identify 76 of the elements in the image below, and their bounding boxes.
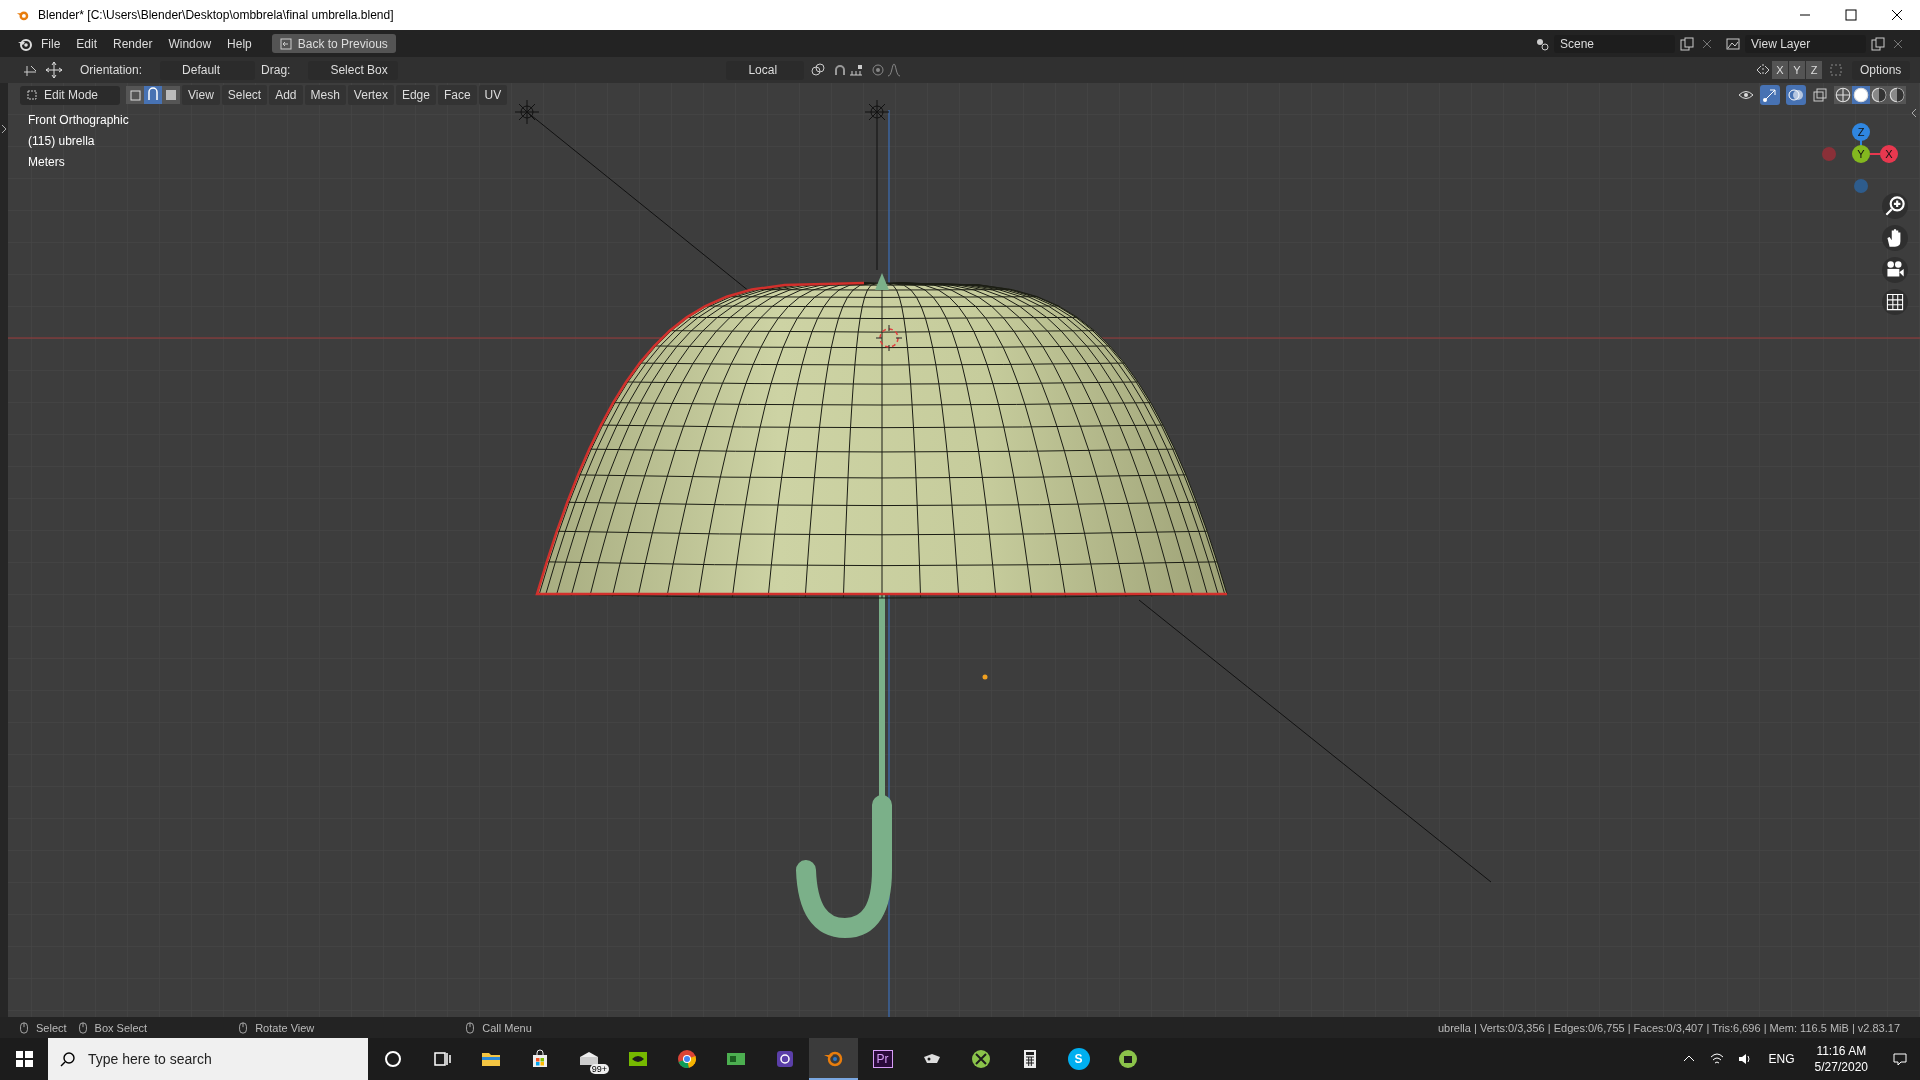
clock-time[interactable]: 11:16 AM <box>1816 1044 1867 1058</box>
status-hint: Box Select <box>94 1021 148 1034</box>
shading-mode-icon[interactable] <box>1852 86 1870 104</box>
scene-field[interactable]: Scene <box>1554 34 1675 53</box>
language-indicator[interactable]: ENG <box>1768 1052 1795 1066</box>
axis-line <box>1869 153 1881 155</box>
menu-item[interactable]: Help <box>219 36 260 51</box>
viewport-menu-item[interactable]: Face <box>437 85 477 105</box>
origin-dot <box>982 674 988 680</box>
viewport-info-text: Meters <box>28 155 66 169</box>
back-to-previous-button[interactable]: Back to Previous <box>271 34 396 53</box>
axis-toggle[interactable]: X <box>1772 61 1788 79</box>
axis-toggle[interactable]: Y <box>1789 61 1805 79</box>
window-title: Blender* [C:\Users\Blender\Desktop\ombbrela\final umbrella.blend] <box>38 8 394 22</box>
viewport-menu-item[interactable]: Edge <box>395 85 436 105</box>
proportional-icon[interactable] <box>870 62 887 78</box>
mouse-icon <box>237 1021 250 1034</box>
drag-dropdown[interactable]: Select Box <box>308 60 399 80</box>
status-hint: Call Menu <box>482 1021 532 1034</box>
viewport-menu-item[interactable]: Mesh <box>304 85 346 105</box>
notifications-icon[interactable] <box>1892 1051 1908 1067</box>
viewport-info-text: Front Orthographic <box>28 113 130 127</box>
speaker-icon[interactable] <box>1736 1051 1753 1067</box>
viewport-menu-item[interactable]: UV <box>478 85 508 105</box>
close-icon[interactable] <box>1701 37 1713 50</box>
status-hint: Select <box>36 1021 67 1034</box>
chevron-right-icon[interactable] <box>0 123 8 135</box>
select-mode-icon[interactable] <box>144 86 162 104</box>
orientation-dropdown[interactable]: Default <box>160 60 256 80</box>
search-field[interactable]: Type here to search <box>48 1038 368 1080</box>
viewport-menu-item[interactable]: View <box>182 85 220 105</box>
orientation-label: Orientation: <box>80 63 143 77</box>
mouse-icon <box>18 1021 30 1034</box>
falloff-icon[interactable] <box>886 62 903 78</box>
edit-mode-icon <box>26 89 38 101</box>
cursor-icon <box>875 324 903 352</box>
copy-icon[interactable] <box>1679 35 1695 52</box>
scene-statistics: ubrella | Verts:0/3,356 | Edges:0/6,755 | Faces:0/3,407 | Tris:6,696 | Mem: 116.5 MiB | v2.83.17 <box>1437 1021 1900 1034</box>
options-dropdown[interactable]: Options <box>1852 60 1910 80</box>
shading-mode-icon[interactable] <box>1870 86 1888 104</box>
search-icon <box>60 1051 76 1067</box>
menu-item[interactable]: Render <box>105 36 161 51</box>
chevron-left-icon[interactable] <box>1910 107 1918 119</box>
shading-mode-icon[interactable] <box>1834 86 1852 104</box>
taskbar-app-button[interactable]: Pr <box>858 1038 907 1080</box>
menu-item[interactable]: File <box>33 36 69 51</box>
mouse-icon <box>76 1021 89 1034</box>
gizmo-toggle-icon[interactable] <box>1760 85 1780 105</box>
drag-label: Drag: <box>261 63 291 77</box>
image-icon[interactable] <box>1725 35 1741 52</box>
shading-mode-icon[interactable] <box>1888 86 1906 104</box>
overlay-toggle-icon[interactable] <box>1786 85 1806 105</box>
viewport-menu-item[interactable]: Select <box>221 85 268 105</box>
viewport-info-text: (115) ubrella <box>28 134 96 148</box>
menu-item[interactable]: Window <box>160 36 220 51</box>
view-layer-field[interactable]: View Layer <box>1745 34 1866 53</box>
back-icon <box>279 37 292 50</box>
move-icon[interactable] <box>44 60 64 80</box>
viewport-menu-item[interactable]: Add <box>269 85 303 105</box>
lamp-drawing <box>514 99 540 125</box>
copy-icon[interactable] <box>1870 35 1886 52</box>
select-mode-icon[interactable] <box>126 86 144 104</box>
close-icon[interactable] <box>1892 37 1904 50</box>
axis-toggle[interactable]: Z <box>1806 61 1822 79</box>
taskbar-app-icon[interactable]: 99+ <box>564 1038 613 1080</box>
clock-date[interactable]: 5/27/2020 <box>1814 1060 1868 1074</box>
xray-icon[interactable] <box>1812 87 1828 103</box>
link-icon[interactable] <box>810 62 827 78</box>
select-mode-icon[interactable] <box>162 86 180 104</box>
menu-item[interactable]: Edit <box>68 36 106 51</box>
notification-badge: 99+ <box>589 1064 609 1074</box>
pivot-dropdown[interactable]: Local <box>726 60 805 80</box>
status-hint: Rotate View <box>255 1021 315 1034</box>
snap-icon[interactable] <box>848 62 865 78</box>
mouse-icon <box>464 1021 477 1034</box>
viewport-menu-item[interactable]: Vertex <box>347 85 394 105</box>
